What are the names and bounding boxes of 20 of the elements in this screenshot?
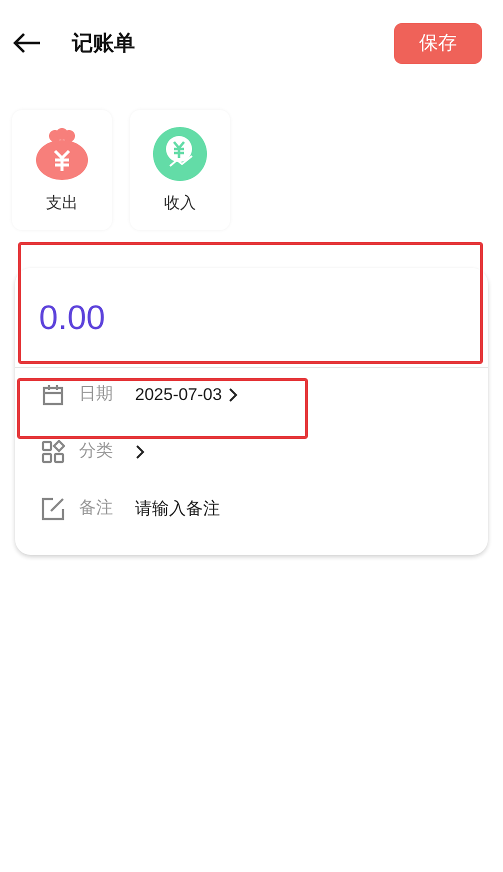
money-bag-icon: [35, 126, 89, 180]
page-title: 记账单: [72, 30, 136, 57]
edit-icon: [41, 496, 65, 520]
type-option[interactable]: 支出: [12, 110, 112, 230]
type-option[interactable]: 收入: [130, 110, 230, 230]
grid-icon: [41, 440, 65, 464]
note-input[interactable]: 请输入备注: [135, 498, 335, 518]
field-label: 分类: [79, 442, 114, 461]
type-label: 收入: [164, 192, 196, 214]
amount-value: 0.00: [39, 298, 106, 338]
field-label: 日期: [79, 385, 114, 404]
field-label: 备注: [79, 499, 114, 518]
chevron-right-icon: [135, 444, 145, 458]
type-label: 支出: [46, 192, 78, 214]
yen-coin-icon: [153, 126, 207, 180]
calendar-icon: [41, 382, 65, 406]
back-arrow-icon[interactable]: [12, 32, 42, 54]
date-selector[interactable]: 2025-07-03: [135, 384, 238, 404]
category-selector[interactable]: [135, 444, 145, 458]
chevron-right-icon: [228, 388, 238, 402]
